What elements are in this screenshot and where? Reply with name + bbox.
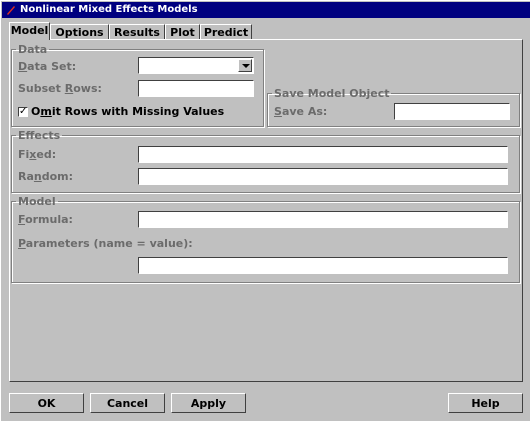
random-input[interactable] [139, 169, 507, 184]
save-as-label: Save As: [274, 105, 328, 118]
parameters-label: Parameters (name = value): [18, 237, 193, 250]
cancel-button[interactable]: Cancel [90, 393, 165, 413]
data-set-input[interactable] [139, 58, 253, 73]
random-field[interactable] [138, 168, 508, 185]
effects-group-legend: Effects [18, 129, 61, 142]
save-as-field[interactable] [394, 103, 510, 120]
fixed-field[interactable] [138, 146, 508, 163]
dialog-window: Nonlinear Mixed Effects Models Model Opt… [0, 0, 531, 422]
data-group-legend: Data [18, 43, 48, 56]
formula-input[interactable] [139, 212, 507, 227]
tab-results[interactable]: Results [109, 24, 165, 39]
omit-rows-label[interactable]: Omit Rows with Missing Values [31, 105, 224, 118]
ok-button[interactable]: OK [9, 393, 84, 413]
save-as-input[interactable] [395, 104, 509, 119]
chevron-down-icon[interactable] [238, 59, 252, 72]
subset-rows-input[interactable] [139, 81, 253, 96]
window-title: Nonlinear Mixed Effects Models [20, 4, 198, 15]
fixed-input[interactable] [139, 147, 507, 162]
subset-rows-field[interactable] [138, 80, 254, 97]
tab-predict[interactable]: Predict [200, 24, 252, 39]
fixed-label: Fixed: [18, 148, 57, 161]
model-group-legend: Model [18, 195, 56, 208]
tab-model[interactable]: Model [9, 22, 50, 40]
title-bar: Nonlinear Mixed Effects Models [2, 2, 530, 18]
app-logo-icon [5, 4, 17, 16]
parameters-input[interactable] [139, 258, 507, 273]
parameters-field[interactable] [138, 257, 508, 274]
tab-options[interactable]: Options [50, 24, 109, 39]
random-label: Random: [18, 170, 74, 183]
apply-button[interactable]: Apply [171, 393, 246, 413]
omit-rows-checkbox[interactable]: ✓ [18, 107, 28, 117]
data-set-label: Data Set: [18, 60, 77, 73]
help-button[interactable]: Help [448, 393, 523, 413]
subset-rows-label: Subset Rows: [18, 82, 102, 95]
formula-label: Formula: [18, 213, 73, 226]
formula-field[interactable] [138, 211, 508, 228]
save-model-legend: Save Model Object [274, 87, 390, 100]
tab-plot[interactable]: Plot [165, 24, 200, 39]
data-set-dropdown[interactable] [138, 57, 254, 74]
